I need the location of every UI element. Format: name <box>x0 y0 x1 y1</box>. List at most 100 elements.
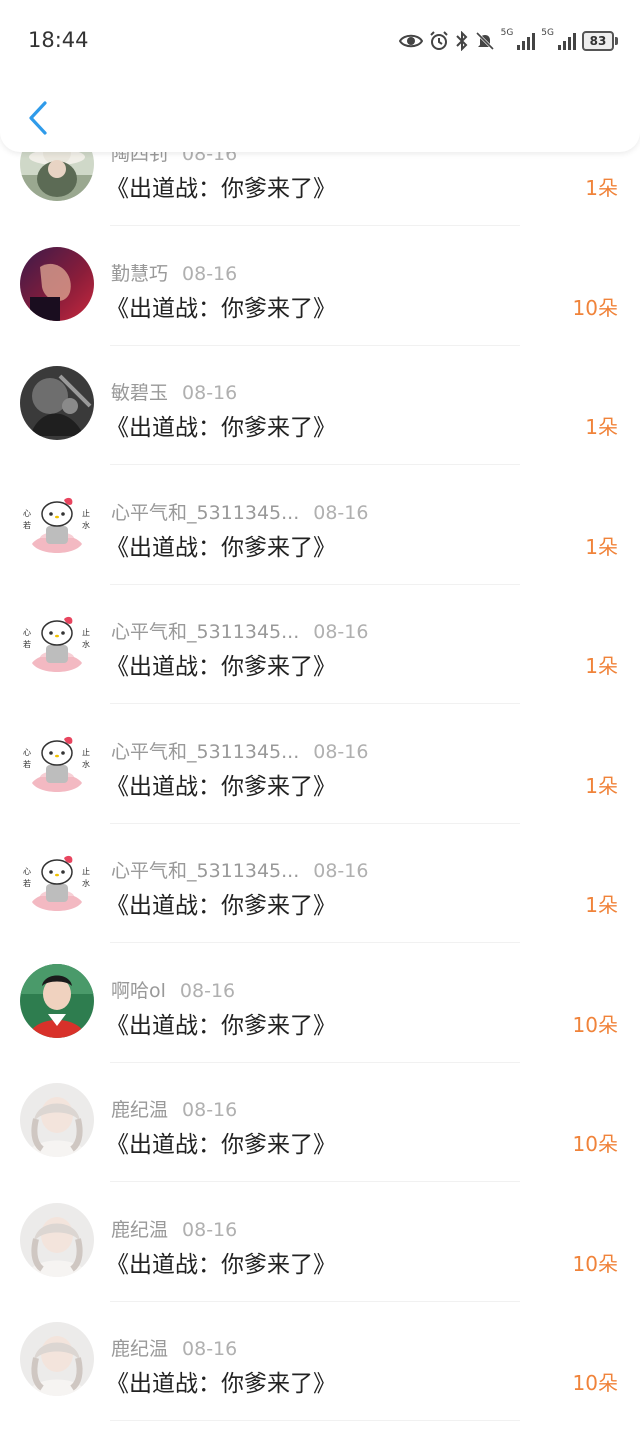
record-date: 08-16 <box>182 262 238 285</box>
user-name[interactable]: 鹿纪温 <box>111 1099 168 1121</box>
user-name[interactable]: 敏碧玉 <box>111 382 168 404</box>
svg-text:若: 若 <box>23 759 31 769</box>
row-divider <box>110 1300 520 1302</box>
avatar[interactable]: 心若 止水 <box>20 605 94 679</box>
gift-record-row[interactable]: 敏碧玉 08-16 《出道战：你爹来了》 1朵 <box>0 366 640 486</box>
avatar[interactable] <box>20 963 94 1038</box>
svg-text:止: 止 <box>82 627 90 637</box>
gift-count: 1朵 <box>585 415 618 439</box>
signal-icon <box>517 32 536 50</box>
user-name[interactable]: 鹿纪温 <box>111 1219 168 1241</box>
row-divider <box>110 1061 520 1063</box>
record-message: 《出道战：你爹来了》 <box>106 893 336 919</box>
record-message: 《出道战：你爹来了》 <box>106 654 336 680</box>
chevron-left-icon <box>29 101 47 135</box>
avatar[interactable]: 心若 止水 <box>20 485 94 560</box>
record-message: 《出道战：你爹来了》 <box>106 1251 336 1278</box>
record-message: 《出道战：你爹来了》 <box>106 534 336 561</box>
record-date: 08-16 <box>313 740 369 763</box>
row-divider <box>110 703 520 704</box>
gift-record-row[interactable]: 心若 止水 心平气和_5311345... 08-16 《出道战：你爹来了》 1朵 <box>0 844 640 964</box>
svg-text:若: 若 <box>23 520 31 530</box>
avatar[interactable] <box>20 1322 94 1396</box>
svg-text:心: 心 <box>23 628 31 637</box>
user-info: 勤慧巧 08-16 <box>111 259 237 286</box>
user-info: 心平气和_5311345... 08-16 <box>111 498 368 525</box>
gift-count: 1朵 <box>585 176 618 200</box>
gift-record-row[interactable]: 鹿纪温 08-16 《出道战：你爹来了》 10朵 <box>0 1322 640 1442</box>
row-divider <box>110 1420 520 1421</box>
gift-count: 10朵 <box>572 1132 618 1156</box>
record-date: 08-16 <box>182 1218 238 1241</box>
row-divider <box>110 1181 520 1182</box>
record-message: 《出道战：你爹来了》 <box>106 176 336 202</box>
status-time: 18:44 <box>28 28 89 52</box>
record-date: 08-16 <box>313 621 369 643</box>
signal-icon <box>558 32 576 50</box>
user-name[interactable]: 心平气和_5311345... <box>111 741 299 763</box>
user-name[interactable]: 心平气和_5311345... <box>111 621 299 643</box>
signal-label-2: 5G <box>541 28 554 38</box>
gift-count: 1朵 <box>585 773 618 798</box>
row-divider <box>110 822 520 824</box>
gift-record-row[interactable]: 心若 止水 心平气和_5311345... 08-16 《出道战：你爹来了》 1朵 <box>0 724 640 845</box>
avatar[interactable]: 心若 止水 <box>20 724 94 799</box>
gift-count: 1朵 <box>585 534 618 559</box>
avatar[interactable] <box>20 246 94 321</box>
svg-text:水: 水 <box>82 639 90 649</box>
gift-count: 10朵 <box>572 1371 618 1395</box>
gift-record-row[interactable]: 心若 止水 心平气和_5311345... 08-16 《出道战：你爹来了》 1朵 <box>0 605 640 725</box>
gift-record-row[interactable]: 鹿纪温 08-16 《出道战：你爹来了》 10朵 <box>0 1083 640 1203</box>
record-message: 《出道战：你爹来了》 <box>106 415 336 441</box>
gift-count: 10朵 <box>572 1251 618 1276</box>
user-name[interactable]: 心平气和_5311345... <box>111 502 299 524</box>
record-date: 08-16 <box>179 979 236 1002</box>
svg-text:心: 心 <box>23 748 31 757</box>
user-info: 鹿纪温 08-16 <box>111 1215 237 1242</box>
record-message: 《出道战：你爹来了》 <box>106 1012 336 1039</box>
back-button[interactable] <box>18 96 58 140</box>
avatar[interactable] <box>20 366 94 440</box>
battery-level: 83 <box>582 31 614 51</box>
top-header: 18:44 5G 5G 83 <box>0 0 640 152</box>
record-message: 《出道战：你爹来了》 <box>106 1371 336 1397</box>
gift-count: 1朵 <box>585 654 618 678</box>
svg-text:心: 心 <box>23 867 31 876</box>
user-info: 心平气和_5311345... 08-16 <box>111 856 368 883</box>
svg-text:水: 水 <box>82 759 90 769</box>
bluetooth-icon <box>455 31 469 51</box>
record-message: 《出道战：你爹来了》 <box>106 295 336 322</box>
record-message: 《出道战：你爹来了》 <box>106 1132 336 1158</box>
record-date: 08-16 <box>182 1099 238 1121</box>
gift-record-row[interactable]: 鹿纪温 08-16 《出道战：你爹来了》 10朵 <box>0 1202 640 1323</box>
record-date: 08-16 <box>313 501 369 524</box>
signal-label-1: 5G <box>500 28 514 38</box>
record-date: 08-16 <box>313 860 369 882</box>
avatar[interactable]: 心若 止水 <box>20 844 94 918</box>
svg-text:止: 止 <box>82 508 90 518</box>
gift-record-row[interactable]: 勤慧巧 08-16 《出道战：你爹来了》 10朵 <box>0 246 640 367</box>
record-message: 《出道战：你爹来了》 <box>106 773 336 800</box>
user-name[interactable]: 啊哈ol <box>111 980 166 1002</box>
gift-count: 1朵 <box>585 893 618 917</box>
avatar[interactable] <box>20 1202 94 1277</box>
user-name[interactable]: 鹿纪温 <box>111 1338 168 1360</box>
row-divider <box>110 942 520 943</box>
row-divider <box>110 464 520 465</box>
user-info: 心平气和_5311345... 08-16 <box>111 737 368 764</box>
user-name[interactable]: 勤慧巧 <box>111 263 168 285</box>
svg-text:若: 若 <box>23 878 31 888</box>
gift-record-row[interactable]: 心若 止水 心平气和_5311345... 08-16 《出道战：你爹来了》 1朵 <box>0 485 640 606</box>
avatar[interactable] <box>20 1083 94 1157</box>
gift-record-row[interactable]: 啊哈ol 08-16 《出道战：你爹来了》 10朵 <box>0 963 640 1084</box>
row-divider <box>110 583 520 585</box>
svg-text:水: 水 <box>82 878 90 888</box>
svg-text:水: 水 <box>82 520 90 530</box>
row-divider <box>110 225 520 226</box>
battery-icon: 83 <box>582 31 618 51</box>
mute-icon <box>475 31 495 51</box>
svg-text:止: 止 <box>82 866 90 876</box>
user-name[interactable]: 心平气和_5311345... <box>111 860 299 882</box>
user-info: 鹿纪温 08-16 <box>111 1334 237 1361</box>
gift-count: 10朵 <box>572 295 618 320</box>
